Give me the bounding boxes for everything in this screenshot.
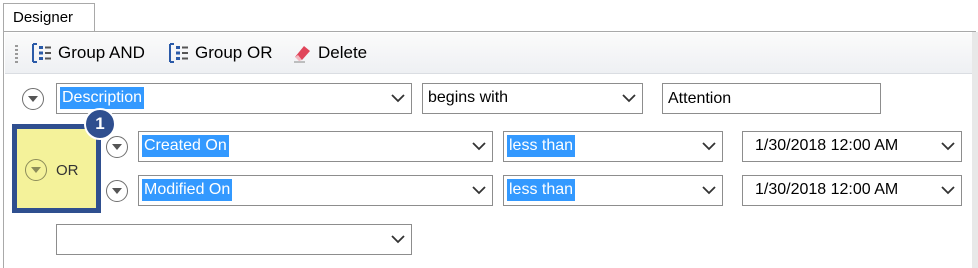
operator-select[interactable]: less than — [503, 175, 723, 206]
new-field-select[interactable] — [56, 224, 412, 255]
date-value: 1/30/2018 12:00 AM — [755, 181, 899, 198]
chevron-down-icon — [941, 186, 955, 195]
eraser-icon — [294, 46, 310, 63]
chevron-down-icon — [702, 186, 716, 195]
field-select[interactable]: Modified On — [138, 175, 493, 206]
operator-select[interactable]: begins with — [422, 83, 643, 114]
triangle-down-icon — [112, 144, 122, 150]
operator-select[interactable]: less than — [503, 131, 723, 162]
tab-designer[interactable]: Designer — [3, 3, 95, 32]
tab-strip: Designer — [0, 0, 978, 32]
field-value: Created On — [142, 135, 229, 157]
field-value: Description — [60, 87, 145, 109]
field-value: Modified On — [142, 179, 233, 201]
group-and-label: Group AND — [58, 43, 145, 62]
group-menu-button[interactable] — [25, 159, 47, 181]
toolbar: Group AND Group OR Delete — [5, 33, 974, 74]
value-input[interactable]: Attention — [662, 83, 881, 114]
condition-menu-button[interactable] — [106, 180, 128, 202]
chevron-down-icon — [391, 94, 405, 103]
chevron-down-icon — [941, 142, 955, 151]
condition-menu-button[interactable] — [106, 136, 128, 158]
field-select[interactable]: Created On — [138, 131, 493, 162]
triangle-down-icon — [28, 96, 38, 102]
new-field-value — [60, 228, 64, 250]
condition-menu-button[interactable] — [22, 88, 44, 110]
or-group[interactable]: OR — [12, 124, 101, 213]
toolbar-grip[interactable] — [15, 45, 18, 63]
chevron-down-icon — [472, 142, 486, 151]
date-picker[interactable]: 1/30/2018 12:00 AM — [742, 175, 962, 206]
chevron-down-icon — [702, 142, 716, 151]
group-operator-label: OR — [56, 161, 79, 179]
delete-button[interactable]: Delete — [291, 40, 367, 66]
operator-value: less than — [507, 135, 576, 157]
field-select[interactable]: Description — [56, 83, 412, 114]
tab-designer-label: Designer — [13, 9, 74, 26]
group-or-button[interactable]: Group OR — [168, 40, 272, 66]
date-value: 1/30/2018 12:00 AM — [755, 137, 899, 154]
triangle-down-icon — [31, 167, 41, 173]
operator-value: less than — [507, 179, 576, 201]
delete-label: Delete — [318, 43, 368, 62]
date-picker[interactable]: 1/30/2018 12:00 AM — [742, 131, 962, 162]
group-and-icon — [32, 43, 51, 63]
chevron-down-icon — [391, 235, 405, 244]
callout-badge: 1 — [84, 108, 116, 140]
chevron-down-icon — [472, 186, 486, 195]
operator-value: begins with — [428, 89, 509, 106]
or-group-inner: OR — [25, 159, 79, 181]
group-and-button[interactable]: Group AND — [31, 40, 145, 66]
triangle-down-icon — [112, 188, 122, 194]
value-text: Attention — [668, 90, 732, 107]
scrollbar[interactable] — [972, 32, 978, 268]
group-or-label: Group OR — [195, 43, 273, 62]
chevron-down-icon — [622, 94, 636, 103]
group-or-icon — [169, 43, 188, 63]
